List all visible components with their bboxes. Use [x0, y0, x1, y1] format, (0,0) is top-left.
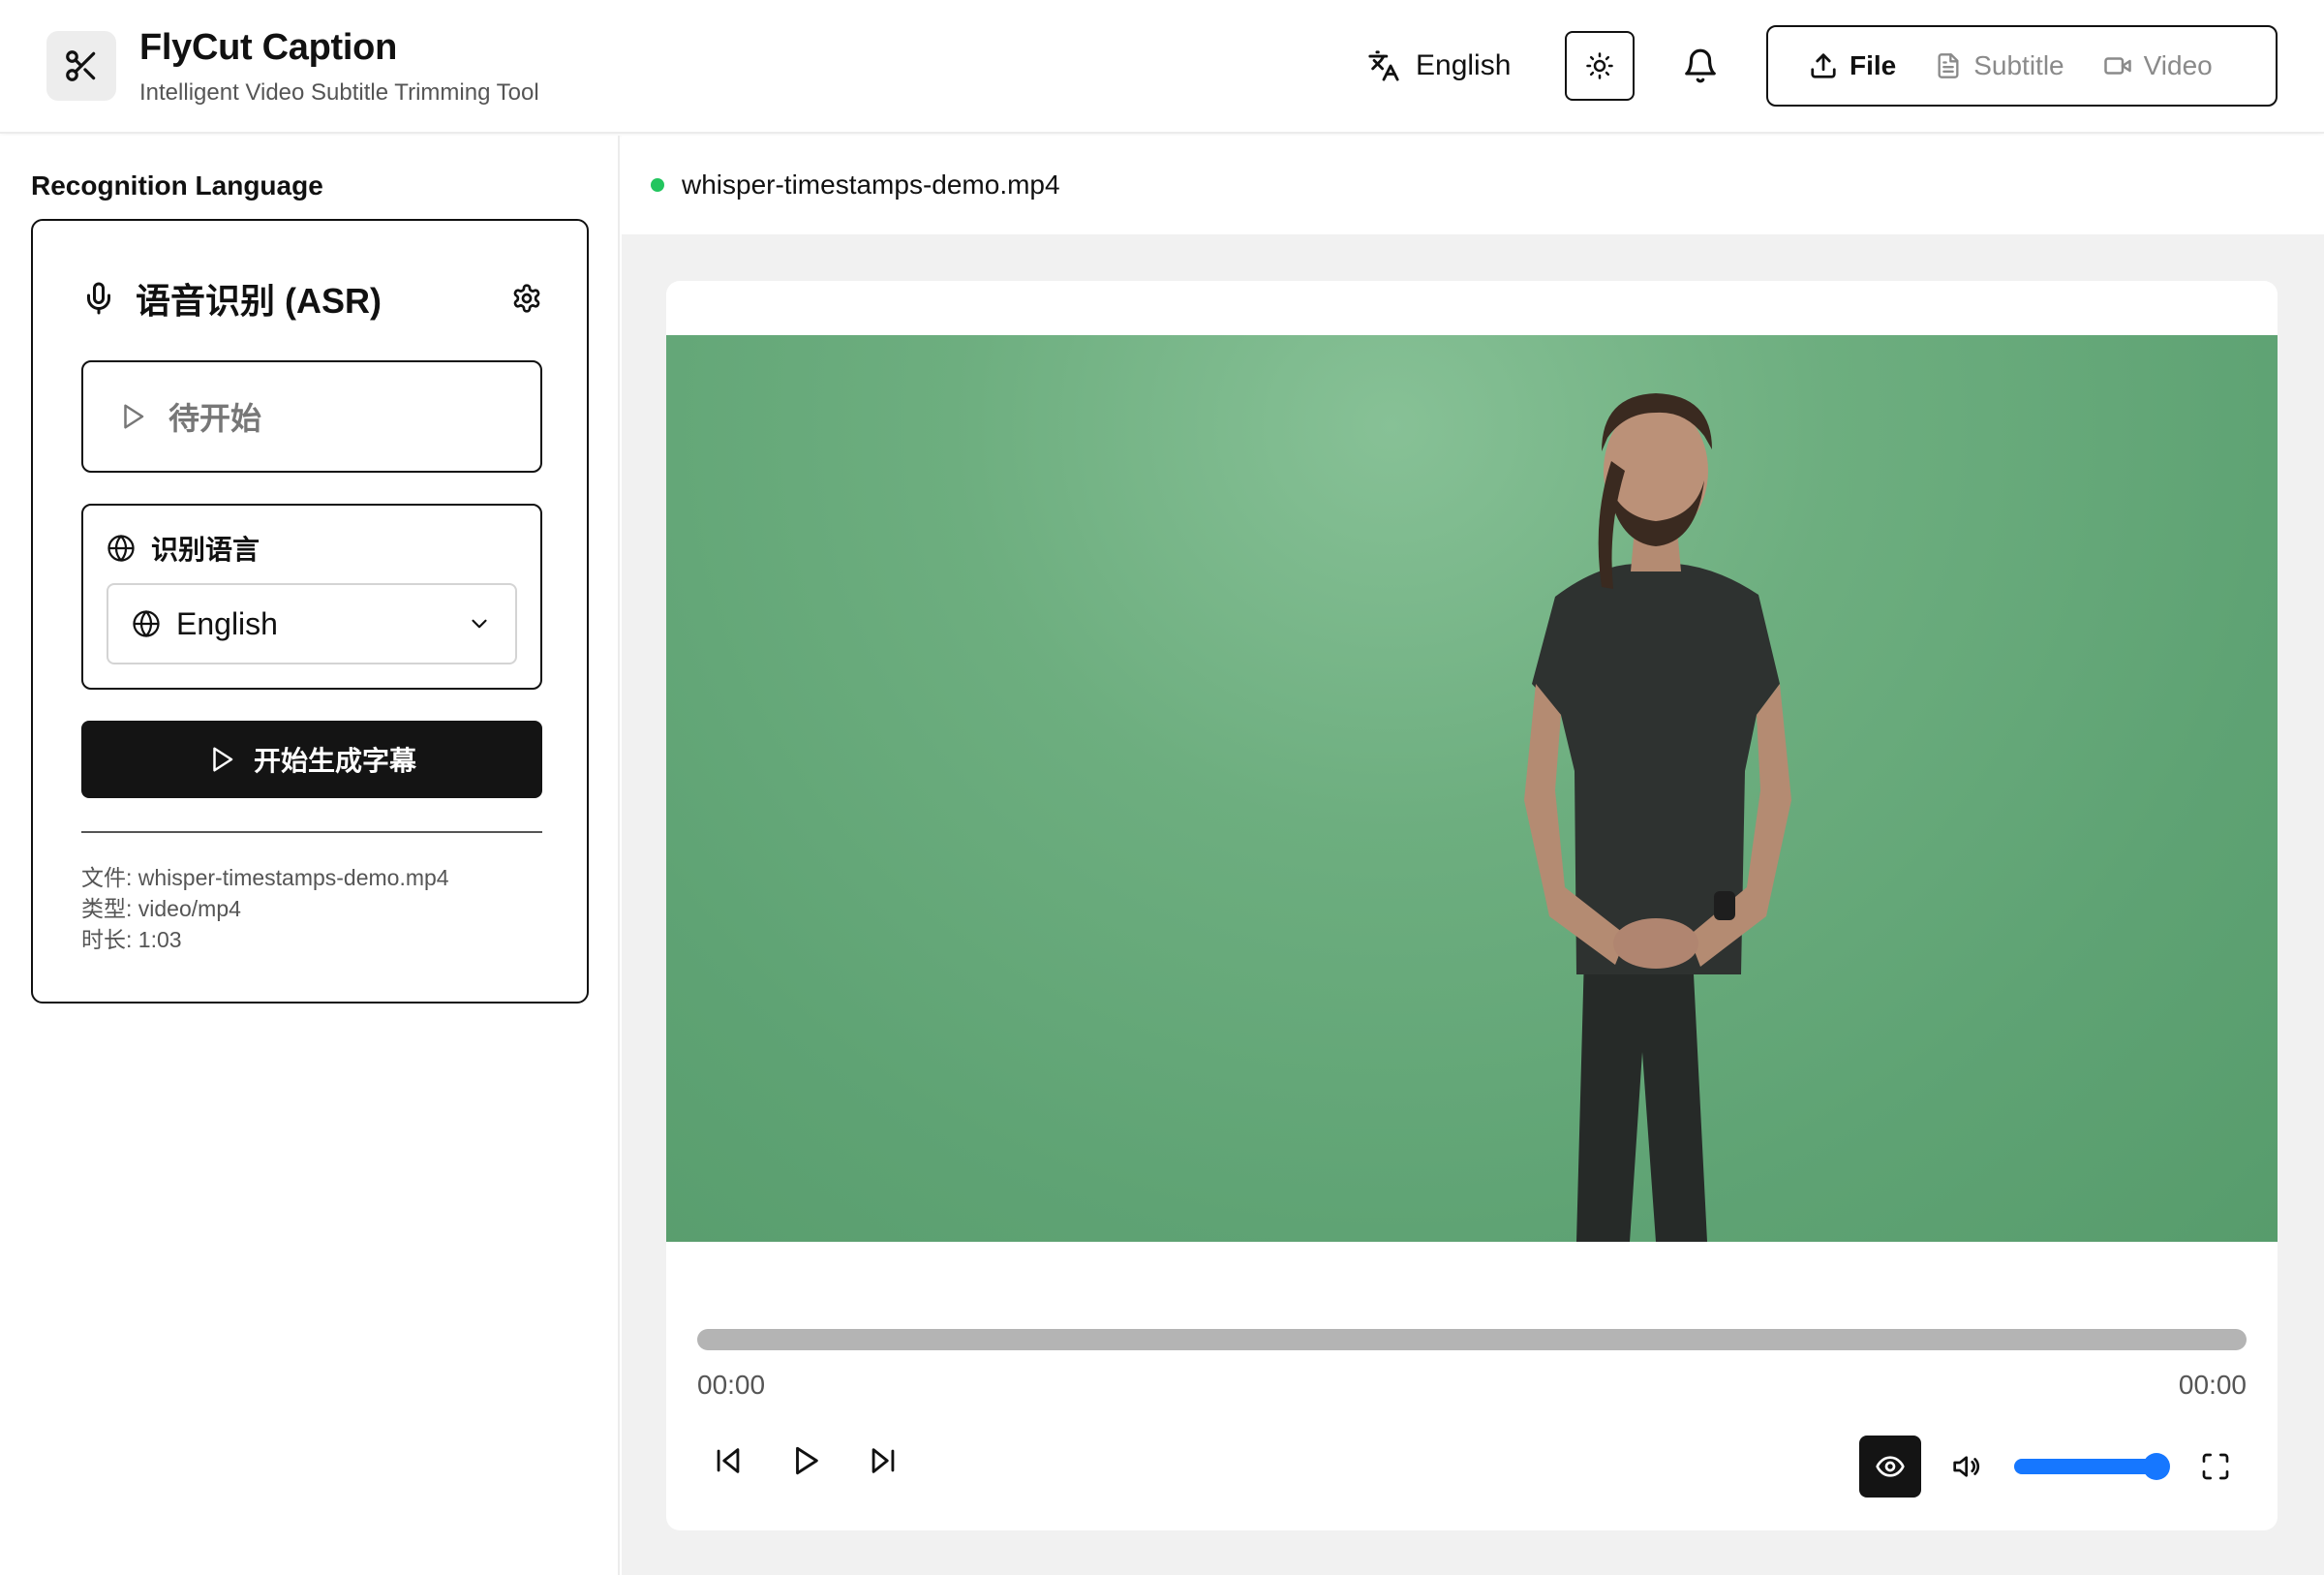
tab-video-label: Video: [2143, 50, 2213, 80]
recognition-language-box: 识别语言 English: [81, 504, 542, 690]
file-info-name: 文件: whisper-timestamps-demo.mp4: [81, 865, 449, 890]
total-time: 00:00: [2178, 1370, 2247, 1400]
chevron-down-icon: [472, 619, 487, 629]
start-generate-subtitles-label: 开始生成字幕: [253, 746, 416, 776]
skip-back-button[interactable]: [697, 1430, 759, 1492]
start-generate-subtitles-button[interactable]: 开始生成字幕: [81, 721, 542, 798]
notifications-button[interactable]: [1666, 31, 1735, 101]
upload-icon: [1811, 53, 1836, 78]
gear-icon: [513, 284, 540, 313]
fullscreen-button[interactable]: [2185, 1436, 2247, 1498]
asr-settings-button[interactable]: [511, 283, 542, 314]
file-info-type: 类型: video/mp4: [81, 896, 241, 921]
tab-file[interactable]: File: [1789, 37, 1915, 95]
app-title: FlyCut Caption: [139, 27, 397, 68]
video-progress-bar[interactable]: [697, 1329, 2247, 1350]
skip-forward-button[interactable]: [852, 1430, 914, 1492]
video-camera-icon: [2103, 57, 2131, 75]
globe-icon: [107, 535, 135, 562]
left-sidebar: Recognition Language 语音识别 (ASR) 待开始 识别语言…: [0, 136, 620, 1575]
mute-button[interactable]: [1937, 1436, 1999, 1498]
sidebar-section-title: Recognition Language: [31, 170, 323, 201]
sun-icon: [1586, 52, 1613, 79]
recognition-language-select[interactable]: English: [107, 583, 517, 664]
skip-forward-icon: [872, 1448, 895, 1473]
fullscreen-icon: [2202, 1453, 2229, 1480]
asr-status: 待开始: [81, 360, 542, 473]
asr-title: 语音识别 (ASR): [136, 281, 382, 321]
logo: [46, 31, 116, 101]
globe-icon: [133, 610, 160, 637]
video-player: 00:00 00:00: [666, 281, 2278, 1530]
bell-icon: [1685, 48, 1716, 83]
skip-back-icon: [717, 1448, 740, 1473]
asr-header: 语音识别 (ASR): [81, 273, 542, 324]
app-header: FlyCut Caption Intelligent Video Subtitl…: [0, 0, 2324, 134]
current-file-name: whisper-timestamps-demo.mp4: [682, 170, 1060, 200]
mode-tabs: File Subtitle Video: [1766, 25, 2278, 107]
divider: [81, 831, 542, 833]
asr-panel: 语音识别 (ASR) 待开始 识别语言 English 开始生成字幕 文件: w…: [31, 219, 589, 1004]
play-outline-icon: [124, 404, 144, 429]
microphone-icon: [87, 282, 110, 315]
tab-video[interactable]: Video: [2084, 37, 2232, 95]
file-info: 文件: whisper-timestamps-demo.mp4 类型: vide…: [81, 862, 449, 955]
tab-subtitle[interactable]: Subtitle: [1915, 37, 2083, 95]
recognition-language-value: English: [176, 605, 278, 641]
language-switcher-label: English: [1416, 49, 1512, 81]
translate-icon: [1368, 50, 1399, 81]
main-area: whisper-timestamps-demo.mp4 00:00 00:00: [622, 136, 2324, 1575]
volume-icon: [1953, 1456, 1980, 1477]
document-icon: [1938, 53, 1959, 78]
asr-status-text: 待开始: [168, 401, 262, 436]
play-icon: [796, 1446, 818, 1475]
recognition-language-label: 识别语言: [107, 529, 260, 568]
person-figure: [1524, 393, 1791, 1242]
scissors-icon: [66, 50, 96, 81]
tab-file-label: File: [1850, 50, 1897, 80]
app-subtitle: Intelligent Video Subtitle Trimming Tool: [139, 79, 539, 106]
play-button[interactable]: [775, 1430, 837, 1492]
current-file-bar: whisper-timestamps-demo.mp4: [622, 136, 2324, 234]
file-status-dot: [651, 178, 664, 192]
play-outline-icon: [213, 747, 233, 772]
file-info-duration: 时长: 1:03: [81, 927, 182, 952]
recognition-language-label-text: 识别语言: [151, 535, 260, 565]
tab-subtitle-label: Subtitle: [1973, 50, 2064, 80]
video-frame[interactable]: [666, 335, 2278, 1242]
volume-slider-fill: [2014, 1459, 2157, 1474]
theme-toggle-button[interactable]: [1565, 31, 1635, 101]
volume-slider[interactable]: [2014, 1453, 2171, 1480]
subtitle-visibility-toggle[interactable]: [1859, 1436, 1921, 1498]
eye-icon: [1876, 1456, 1905, 1477]
language-switcher[interactable]: English: [1367, 45, 1511, 87]
volume-slider-thumb[interactable]: [2143, 1453, 2171, 1480]
current-time: 00:00: [697, 1370, 766, 1400]
